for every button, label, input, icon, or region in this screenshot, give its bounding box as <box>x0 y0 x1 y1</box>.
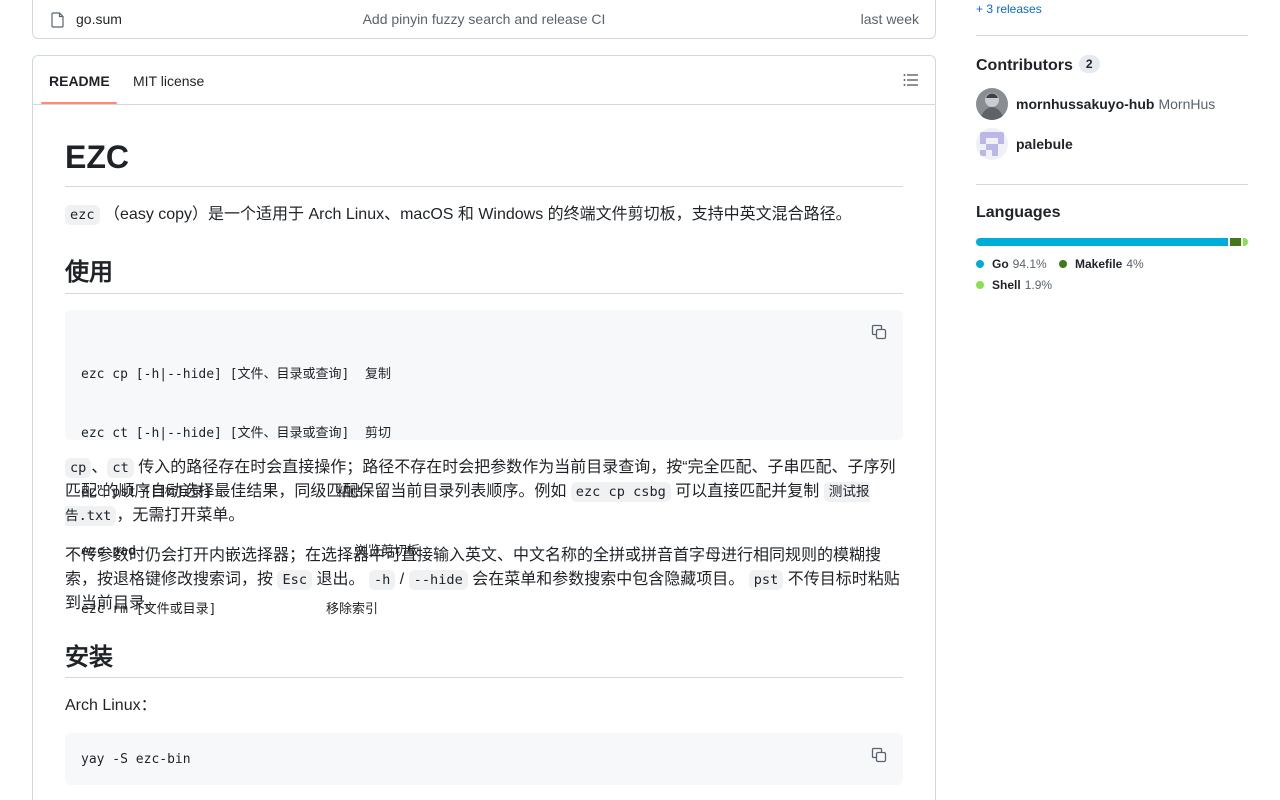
text: 会在菜单和参数搜索中包含隐藏项目。 <box>472 571 745 588</box>
language-segment-shell <box>1242 238 1248 246</box>
inline-code: Esc <box>277 570 313 590</box>
avatar[interactable] <box>976 128 1008 160</box>
inline-code: -h <box>368 570 396 590</box>
readme-tabs: README MIT license <box>33 56 935 105</box>
file-row[interactable]: go.sum Add pinyin fuzzy search and relea… <box>33 1 935 39</box>
tab-license[interactable]: MIT license <box>133 73 204 89</box>
commit-time: last week <box>860 11 919 27</box>
language-name: Makefile <box>1075 257 1123 271</box>
text: / <box>395 571 409 588</box>
language-name: Shell <box>992 278 1021 292</box>
text: 可以直接匹配并复制 <box>675 483 820 500</box>
file-list: go.sum Add pinyin fuzzy search and relea… <box>32 0 936 39</box>
divider <box>65 677 903 678</box>
install-code: yay -S ezc-bin <box>81 752 191 767</box>
contributor-item[interactable]: mornhussakuyo-hub MornHus <box>976 88 1215 120</box>
inline-code: ezc <box>65 205 100 225</box>
contributor-login[interactable]: palebule <box>1016 136 1073 152</box>
language-percent: 1.9% <box>1024 278 1053 292</box>
releases-link[interactable]: + 3 releases <box>976 2 1042 16</box>
paragraph-matching: cp、 ct 传入的路径存在时会直接操作；路径不存在时会把参数作为当前目录查询，按… <box>65 456 903 528</box>
paragraph-picker: 不传参数时仍会打开内嵌选择器；在选择器中可直接输入英文、中文名称的全拼或拼音首字… <box>65 544 903 616</box>
arch-label: Arch Linux： <box>65 697 157 714</box>
contributor-login[interactable]: mornhussakuyo-hub <box>1016 96 1154 112</box>
usage-code-block: ezc cp [-h|--hide] [文件、目录或查询] 复制 ezc ct … <box>65 310 903 617</box>
code-line: ezc ct [-h|--hide] [文件、目录或查询] 剪切 <box>81 425 392 441</box>
text: ，无需打开菜单。 <box>116 507 245 524</box>
contributors-title: Contributors <box>976 57 1073 74</box>
contributor-name: MornHus <box>1158 96 1216 112</box>
language-item-makefile[interactable]: Makefile 4% <box>1059 257 1144 271</box>
contributors-heading[interactable]: Contributors 2 <box>976 55 1100 75</box>
contributor-item[interactable]: palebule <box>976 128 1073 160</box>
intro-paragraph: ezc （easy copy）是一个适用于 Arch Linux、macOS 和… <box>65 203 903 227</box>
language-color-dot <box>1059 260 1067 268</box>
tab-readme[interactable]: README <box>49 73 110 89</box>
divider <box>65 293 903 294</box>
readme-title: EZC <box>65 139 129 175</box>
language-percent: 4% <box>1126 257 1144 271</box>
inline-code: ct <box>107 458 134 478</box>
inline-code: pst <box>748 570 784 590</box>
copy-icon[interactable] <box>871 324 887 340</box>
intro-text: （easy copy）是一个适用于 Arch Linux、macOS 和 Win… <box>104 206 852 223</box>
tab-active-indicator <box>41 102 117 104</box>
inline-code: --hide <box>408 570 468 590</box>
inline-code: cp <box>65 458 92 478</box>
languages-bar <box>976 238 1248 246</box>
language-name: Go <box>992 257 1009 271</box>
avatar[interactable] <box>976 88 1008 120</box>
outline-list-icon[interactable] <box>903 73 919 87</box>
language-color-dot <box>976 260 984 268</box>
language-item-shell[interactable]: Shell 1.9% <box>976 278 1052 292</box>
languages-heading: Languages <box>976 204 1061 221</box>
inline-code: ezc cp csbg <box>570 482 671 502</box>
language-color-dot <box>976 281 984 289</box>
commit-message-link[interactable]: Add pinyin fuzzy search and release CI <box>33 11 935 27</box>
text: 退出。 <box>316 571 365 588</box>
heading-usage: 使用 <box>65 259 113 286</box>
copy-icon[interactable] <box>871 747 887 763</box>
contributors-count-badge: 2 <box>1078 55 1100 73</box>
code-line: ezc cp [-h|--hide] [文件、目录或查询] 复制 <box>81 367 392 383</box>
text: 、 <box>91 459 108 476</box>
install-code-block: yay -S ezc-bin <box>65 733 903 785</box>
divider <box>976 184 1248 185</box>
language-segment-go <box>976 238 1229 246</box>
language-segment-makefile <box>1230 238 1241 246</box>
language-percent: 94.1% <box>1012 257 1047 271</box>
divider <box>65 186 903 187</box>
divider <box>976 35 1248 36</box>
heading-install: 安装 <box>65 644 113 671</box>
readme-panel: README MIT license EZC ezc （easy copy）是一… <box>32 55 936 800</box>
language-item-go[interactable]: Go 94.1% <box>976 257 1047 271</box>
